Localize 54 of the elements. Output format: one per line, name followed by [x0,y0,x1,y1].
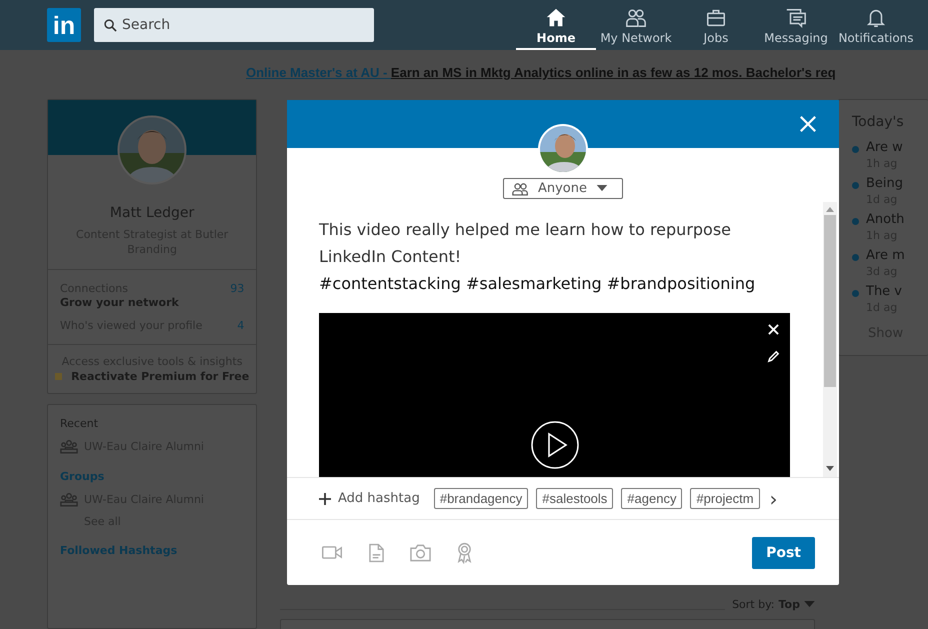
scroll-down-icon [826,466,834,471]
document-icon[interactable] [369,542,384,562]
plus-icon [319,492,331,504]
news-headline[interactable]: Anoth [866,212,904,227]
nav-tab[interactable]: Messaging [756,0,836,50]
add-hashtag-button[interactable]: Add hashtag [319,491,420,506]
hashtag-chip[interactable]: #brandagency [434,488,528,509]
bullet-icon [852,146,859,153]
caret-icon [596,185,608,192]
next-arrow[interactable]: › [770,486,778,510]
nav-tab[interactable]: My Network [596,0,676,50]
caret-icon [804,601,815,608]
stat-count[interactable]: 93 [230,282,244,295]
post-button[interactable]: Post [752,536,815,568]
logo[interactable]: in [47,8,81,42]
ad-text[interactable]: Earn an MS in Mktg Analytics online in as few as 12 mos. Bachelor's req [390,65,836,80]
scroll-up-icon [826,207,834,212]
scrollbar[interactable] [823,202,837,477]
news-headline[interactable]: The v [866,284,902,299]
ad-link[interactable]: Online Master's at AU - [246,65,391,80]
video-camera-icon[interactable] [321,546,343,559]
bullet-icon [852,254,859,261]
people-icon [624,7,648,29]
people-icon [512,182,529,196]
bullet-icon [852,218,859,225]
section-title[interactable]: Groups [60,470,244,483]
group-icon [60,439,78,454]
bullet-icon [852,182,859,189]
award-icon[interactable] [457,542,472,564]
hashtag-chip[interactable]: #projectm [690,488,760,509]
close-icon[interactable] [768,324,779,335]
post-text-field[interactable]: This video really helped me learn how to repurpose LinkedIn Content! #contentstacking #salesmarketing #brandpositioning [319,216,823,297]
bullet-icon [852,290,859,297]
camera-icon[interactable] [410,544,431,562]
play-icon[interactable] [530,420,580,470]
news-headline[interactable]: Are m [866,248,905,263]
home-icon [544,7,568,29]
news-headline[interactable]: Are w [866,140,903,155]
briefcase-icon [704,7,728,29]
pencil-icon[interactable] [767,350,780,363]
news-headline[interactable]: Being [866,176,904,191]
chat-icon [784,7,808,29]
section-title[interactable]: Followed Hashtags [60,544,244,557]
search-icon [104,19,117,32]
hashtag-chip[interactable]: #agency [621,488,682,509]
premium-icon [55,373,62,380]
nav-tab[interactable]: Notifications [836,0,916,50]
hashtag-chip[interactable]: #salestools [536,488,614,509]
nav-tab[interactable]: Home [516,0,596,50]
search-field[interactable]: Search [94,8,374,42]
nav-tab[interactable]: Jobs [676,0,756,50]
stat-count[interactable]: 4 [237,319,244,332]
group-icon [60,492,78,507]
visibility-dropdown[interactable]: Anyone [502,178,624,199]
